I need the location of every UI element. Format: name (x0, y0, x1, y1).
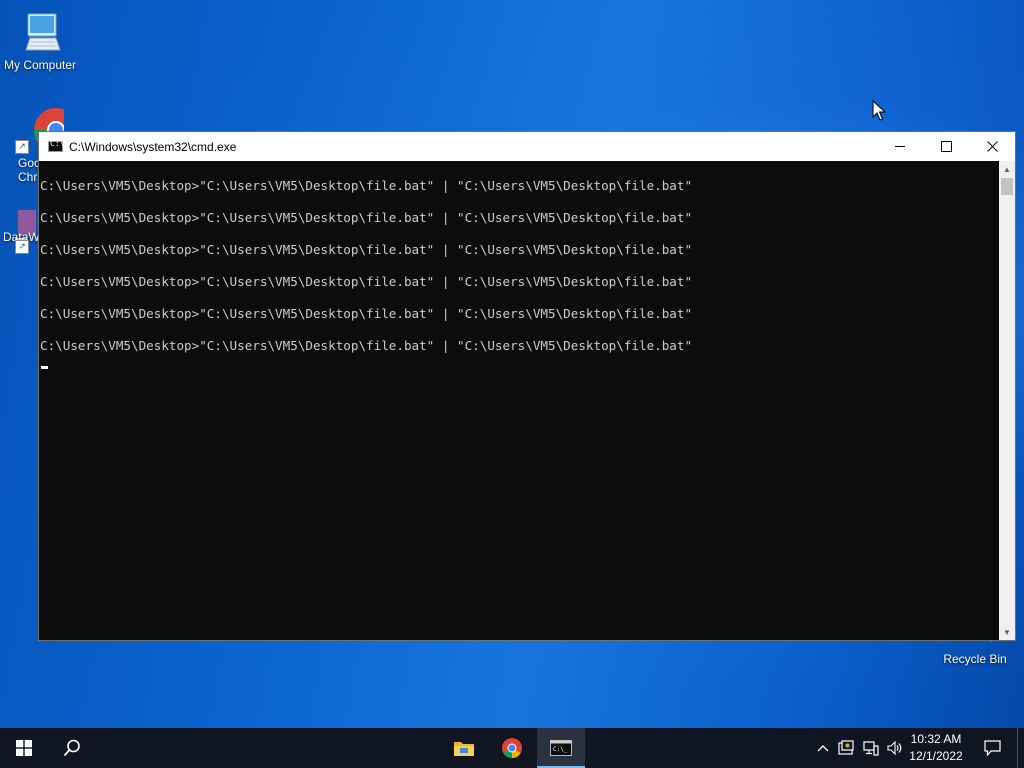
maximize-icon (940, 141, 952, 152)
cmd-window[interactable]: C:\ C:\Windows\system32\cmd.exe C:\Users… (38, 131, 1016, 641)
maximize-button[interactable] (923, 132, 969, 161)
scroll-down-arrow-icon[interactable]: ▼ (999, 625, 1015, 639)
desktop-icon-label: Recycle Bin (943, 652, 1007, 666)
title-bar[interactable]: C:\ C:\Windows\system32\cmd.exe (39, 132, 1015, 161)
taskbar-chrome[interactable] (488, 728, 536, 768)
text-cursor (41, 366, 48, 369)
tray-volume[interactable] (884, 728, 906, 768)
close-button[interactable] (969, 132, 1015, 161)
chrome-icon (502, 738, 522, 759)
show-hidden-icons-button[interactable] (812, 728, 834, 768)
scroll-up-arrow-icon[interactable]: ▲ (999, 162, 1015, 176)
start-button[interactable] (0, 728, 48, 768)
desktop-icon-label-line2: Chr (18, 170, 38, 184)
console-output[interactable]: C:\Users\VM5\Desktop>"C:\Users\VM5\Deskt… (39, 161, 1000, 640)
console-line: C:\Users\VM5\Desktop>"C:\Users\VM5\Deskt… (40, 210, 693, 225)
mouse-cursor-icon (872, 100, 886, 121)
svg-text:C:\_: C:\_ (553, 746, 568, 753)
tray-security[interactable] (836, 728, 856, 768)
tray-network[interactable] (860, 728, 882, 768)
clock[interactable]: 10:32 AM 12/1/2022 (906, 731, 966, 765)
security-icon (838, 740, 854, 755)
chevron-up-icon (817, 745, 829, 752)
minimize-button[interactable] (877, 132, 923, 161)
cmd-icon: C:\_ (550, 740, 572, 756)
vertical-scrollbar[interactable]: ▲ ▼ (999, 161, 1015, 640)
taskbar-file-explorer[interactable] (440, 728, 488, 768)
search-icon (63, 739, 80, 757)
desktop-icon-dataw[interactable]: DataW (0, 206, 40, 244)
network-icon (863, 740, 879, 756)
volume-icon (887, 741, 902, 755)
show-desktop-button[interactable] (1017, 728, 1024, 768)
cmd-icon: C:\ (48, 139, 64, 152)
computer-icon (25, 13, 61, 51)
close-icon (986, 141, 998, 152)
desktop-icon-label: My Computer (3, 58, 77, 72)
console-line: C:\Users\VM5\Desktop>"C:\Users\VM5\Deskt… (40, 338, 693, 353)
search-button[interactable] (48, 728, 96, 768)
window-title: C:\Windows\system32\cmd.exe (69, 139, 237, 154)
console-line: C:\Users\VM5\Desktop>"C:\Users\VM5\Deskt… (40, 242, 693, 257)
notification-icon (983, 740, 1001, 756)
clock-date: 12/1/2022 (909, 749, 963, 763)
desktop-icon-my-computer[interactable]: My Computer (0, 10, 80, 72)
scroll-thumb[interactable] (1001, 178, 1013, 195)
taskbar: C:\_ 10:32 AM 12/1/2022 (0, 728, 1024, 768)
minimize-icon (895, 146, 905, 147)
shortcut-arrow-icon: ↗ (15, 240, 29, 254)
console-line: C:\Users\VM5\Desktop>"C:\Users\VM5\Deskt… (40, 178, 693, 193)
shortcut-arrow-icon: ↗ (15, 140, 29, 154)
clock-time: 10:32 AM (910, 732, 962, 746)
action-center-button[interactable] (976, 728, 1008, 768)
windows-logo-icon (16, 740, 32, 756)
taskbar-cmd-active[interactable]: C:\_ (537, 728, 585, 768)
file-explorer-icon (454, 742, 474, 756)
console-line: C:\Users\VM5\Desktop>"C:\Users\VM5\Deskt… (40, 274, 693, 289)
console-line: C:\Users\VM5\Desktop>"C:\Users\VM5\Deskt… (40, 306, 693, 321)
